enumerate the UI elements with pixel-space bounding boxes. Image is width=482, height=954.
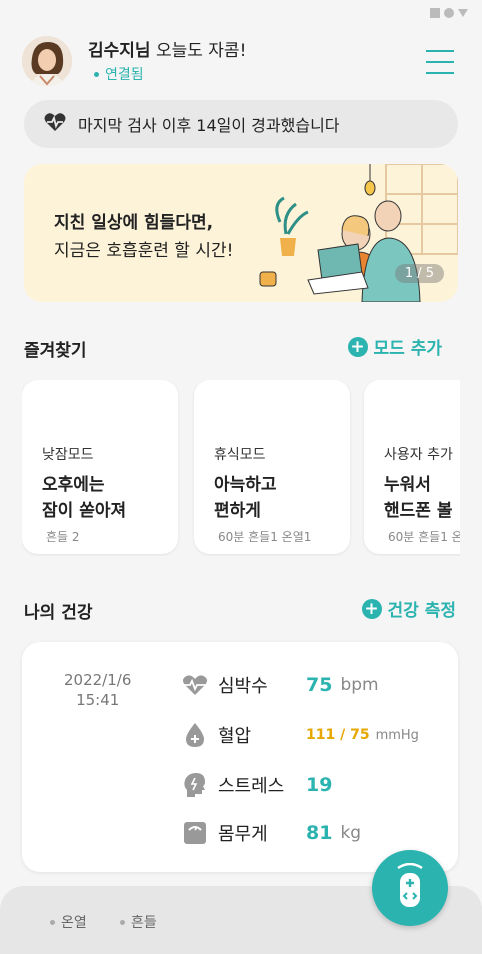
add-mode-button[interactable]: + 모드 추가 (347, 334, 442, 359)
card-title-line2: 핸드폰 볼 (384, 501, 453, 521)
blood-pressure-row: 혈압 111 / 75 mmHg (182, 722, 419, 748)
measurement-datetime: 2022/1/6 15:41 (64, 670, 131, 710)
card-meta: 60분 흔들1 온열1 (218, 530, 312, 544)
user-name: 김수지님 (88, 41, 151, 61)
bullet-icon (50, 919, 55, 925)
water-drop-plus-icon (182, 722, 208, 748)
weight-value: 81 (306, 822, 333, 844)
stress-value: 19 (306, 774, 333, 796)
heart-icon (44, 112, 66, 136)
checkup-notice[interactable]: 마지막 검사 이후 14일이 경과했습니다 (24, 100, 458, 148)
sway-chip[interactable]: 흔들 (120, 912, 157, 932)
menu-icon[interactable] (426, 50, 454, 74)
favorite-card[interactable]: 낮잠모드 오후에는 잠이 쏟아져 흔들 2 (22, 380, 178, 554)
add-mode-label: 모드 추가 (373, 339, 442, 359)
favorite-card[interactable]: 사용자 추가 누워서 핸드폰 볼 60분 흔들1 온 (364, 380, 460, 554)
blood-pressure-value: 111 / 75 (306, 727, 370, 743)
square-icon (430, 8, 440, 18)
blood-pressure-unit: mmHg (375, 727, 419, 743)
remote-control-button[interactable] (372, 850, 448, 926)
remote-icon (393, 862, 427, 913)
plus-circle-icon: + (347, 336, 368, 357)
health-measure-button[interactable]: + 건강 측정 (361, 596, 456, 621)
card-meta: 흔들 2 (46, 530, 80, 544)
connection-status: 연결됨 (94, 64, 144, 84)
heat-chip[interactable]: 온열 (50, 912, 87, 932)
favorites-title: 즐겨찾기 (24, 341, 87, 361)
card-meta: 60분 흔들1 온 (388, 530, 460, 544)
heat-chip-label: 온열 (61, 915, 87, 931)
status-dot-icon (94, 71, 99, 77)
card-mode: 사용자 추가 (384, 447, 453, 463)
plus-circle-icon: + (361, 598, 382, 619)
heart-rate-label: 심박수 (218, 676, 268, 697)
heart-rate-icon (182, 672, 208, 698)
weight-row: 몸무게 81 kg (182, 820, 361, 846)
triangle-icon (458, 9, 468, 17)
measurement-time: 15:41 (76, 691, 120, 709)
promo-banner[interactable]: 지친 일상에 힘들다면, 지금은 호흡훈련 할 시간! 1 / 5 (24, 164, 458, 302)
card-mode: 낮잠모드 (42, 447, 94, 463)
heart-rate-row: 심박수 75 bpm (182, 672, 379, 698)
sway-chip-label: 흔들 (131, 915, 157, 931)
card-title-line1: 아늑하고 (214, 475, 277, 495)
my-health-title: 나의 건강 (24, 603, 93, 623)
weight-label: 몸무게 (218, 824, 268, 845)
circle-icon (444, 8, 454, 18)
system-status-icons (430, 8, 468, 18)
card-title-line1: 누워서 (384, 475, 431, 495)
greeting-text: 김수지님 오늘도 자콤! (88, 36, 246, 61)
health-measure-label: 건강 측정 (387, 601, 456, 621)
measurement-date: 2022/1/6 (64, 671, 132, 689)
head-stress-icon (182, 772, 208, 798)
bullet-icon (120, 919, 125, 925)
card-mode: 휴식모드 (214, 447, 266, 463)
heart-rate-value: 75 (306, 674, 333, 696)
favorites-carousel[interactable]: 낮잠모드 오후에는 잠이 쏟아져 흔들 2 휴식모드 아늑하고 편하게 60분 … (22, 380, 460, 556)
banner-line1: 지친 일상에 힘들다면, (54, 213, 214, 233)
stress-label: 스트레스 (218, 776, 285, 797)
health-card[interactable]: 2022/1/6 15:41 심박수 75 bpm 혈압 111 / 75 mm… (22, 642, 458, 872)
stress-row: 스트레스 19 (182, 772, 332, 798)
notice-text: 마지막 검사 이후 14일이 경과했습니다 (78, 116, 340, 135)
weight-unit: kg (340, 823, 362, 843)
card-title-line2: 편하게 (214, 501, 261, 521)
avatar[interactable] (22, 36, 72, 86)
card-title-line1: 오후에는 (42, 475, 105, 495)
blood-pressure-label: 혈압 (218, 726, 252, 747)
favorite-card[interactable]: 휴식모드 아늑하고 편하게 60분 흔들1 온열1 (194, 380, 350, 554)
banner-line2: 지금은 호흡훈련 할 시간! (54, 241, 234, 261)
connection-status-label: 연결됨 (105, 67, 144, 83)
heart-rate-unit: bpm (340, 675, 379, 695)
card-title-line2: 잠이 쏟아져 (42, 501, 127, 521)
scale-icon (182, 820, 208, 846)
greeting-message: 오늘도 자콤! (150, 41, 247, 61)
banner-page-indicator: 1 / 5 (394, 264, 444, 283)
header: 김수지님 오늘도 자콤! 연결됨 (22, 36, 460, 92)
